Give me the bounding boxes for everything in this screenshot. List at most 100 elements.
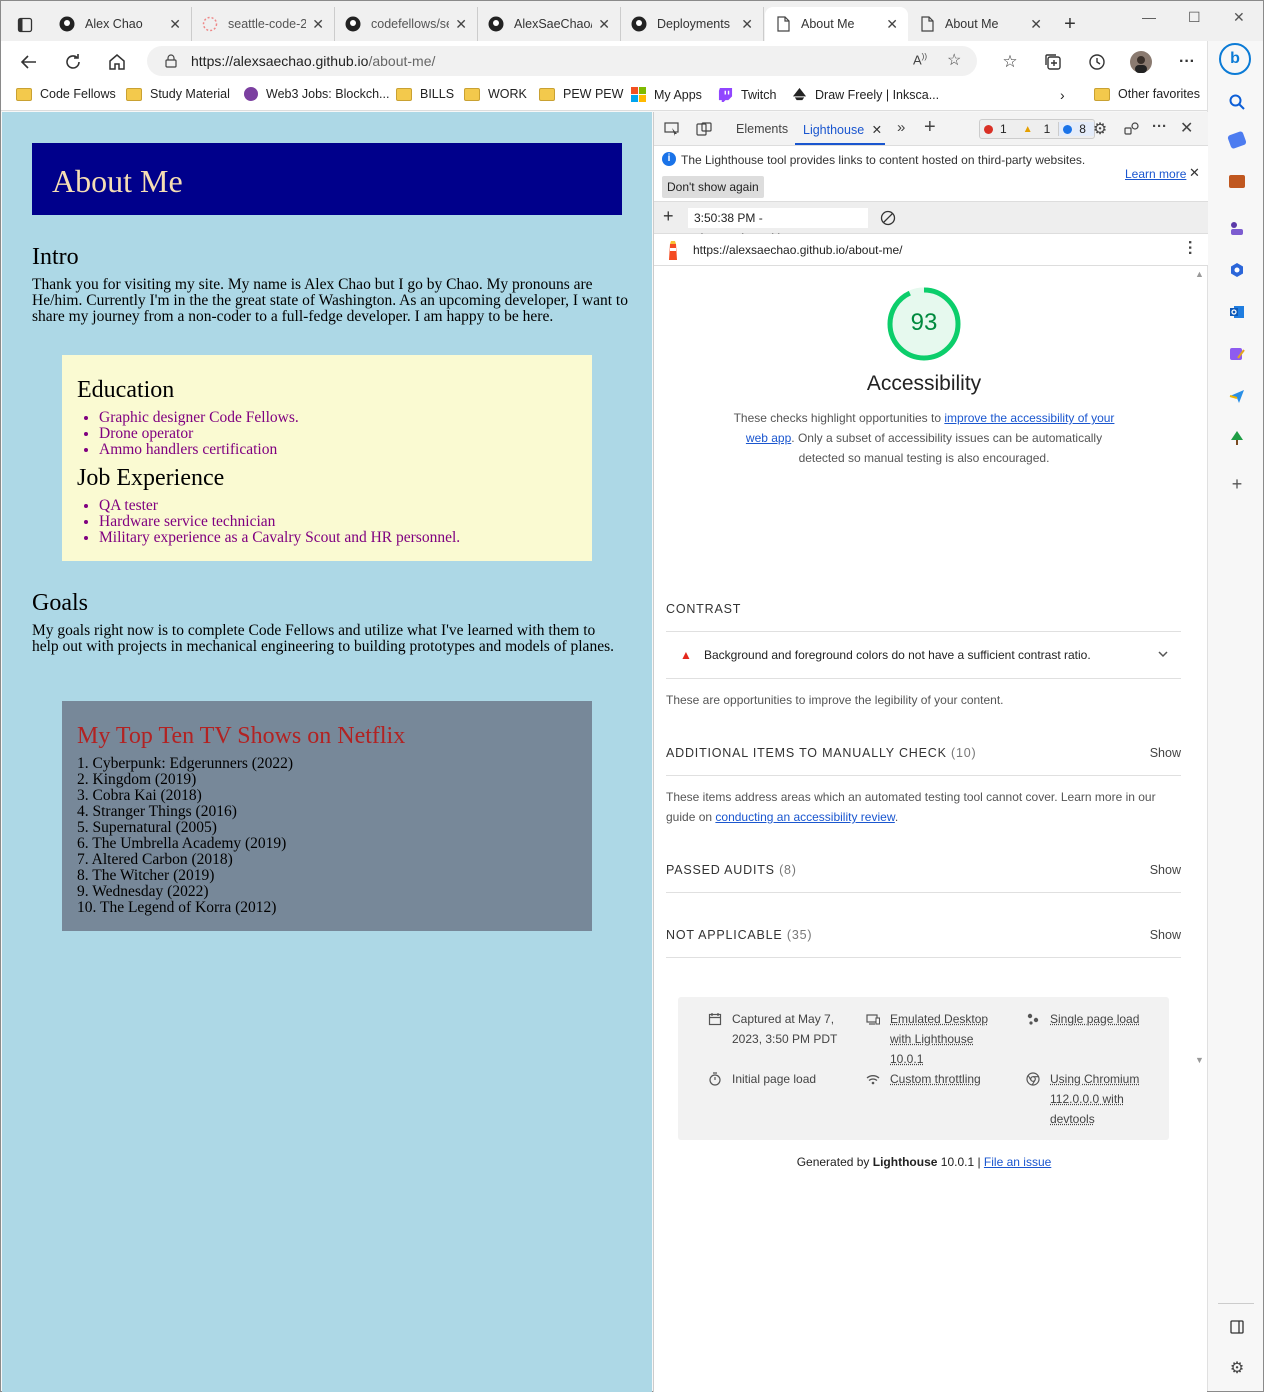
scroll-up-arrow-icon[interactable]: ▲ — [1195, 269, 1204, 279]
add-tab-button[interactable]: + — [924, 116, 936, 139]
new-tab-button[interactable]: + — [1058, 13, 1082, 36]
tab-elements[interactable]: Elements — [736, 122, 788, 136]
favorites-button[interactable]: ☆ — [997, 49, 1023, 75]
passed-show-button[interactable]: Show — [1150, 863, 1181, 877]
group-title-text: PASSED AUDITS — [666, 863, 775, 877]
devtools-settings-gear-icon[interactable]: ⚙ — [1090, 120, 1110, 138]
accessibility-review-link[interactable]: conducting an accessibility review — [715, 810, 894, 824]
report-url-row: https://alexsaechao.github.io/about-me/ … — [654, 234, 1208, 266]
bookmark-study-material[interactable]: Study Material — [126, 87, 230, 101]
send-icon[interactable] — [1226, 385, 1248, 407]
messages-number: 8 — [1079, 122, 1086, 136]
intro-paragraph: Thank you for visiting my site. My name … — [32, 276, 628, 325]
home-button[interactable] — [104, 49, 130, 75]
close-tab-icon[interactable]: ✕ — [886, 16, 898, 33]
microsoft-365-icon[interactable] — [1226, 259, 1248, 281]
bookmark-work[interactable]: WORK — [464, 87, 527, 101]
refresh-button[interactable] — [60, 49, 86, 75]
close-tab-icon[interactable]: ✕ — [1030, 16, 1042, 33]
sidebar-settings-gear-icon[interactable]: ⚙ — [1226, 1357, 1248, 1379]
bookmark-my-apps[interactable]: My Apps — [631, 87, 702, 102]
report-selector[interactable]: 3:50:38 PM - alexsaechao.githu▼ — [688, 208, 868, 245]
new-report-button[interactable]: + — [663, 206, 674, 227]
tab-title: codefellows/se — [371, 17, 450, 31]
back-button[interactable] — [16, 49, 42, 75]
microsoft-icon — [631, 87, 646, 102]
contrast-audit-row[interactable]: ▲ Background and foreground colors do no… — [666, 632, 1181, 678]
list-item: Drone operator — [99, 426, 299, 442]
tab-alex-chao[interactable]: Alex Chao ✕ — [49, 7, 192, 41]
designer-icon[interactable] — [1226, 343, 1248, 365]
add-sidebar-app-icon[interactable]: + — [1226, 473, 1248, 495]
tab-deployments[interactable]: Deployments ✕ — [621, 7, 764, 41]
profile-button[interactable] — [1128, 49, 1154, 75]
bookmark-label: BILLS — [420, 87, 455, 101]
close-tab-icon[interactable]: ✕ — [872, 123, 882, 137]
devtools-more-icon[interactable]: ··· — [1152, 118, 1167, 135]
bookmark-inkscape[interactable]: Draw Freely | Inksca... — [792, 87, 939, 102]
lighthouse-info-bar: i The Lighthouse tool provides links to … — [654, 146, 1208, 202]
bookmark-label: WORK — [488, 87, 527, 101]
close-window-button[interactable]: ✕ — [1233, 9, 1245, 26]
bookmark-twitch[interactable]: Twitch — [718, 87, 776, 102]
address-bar[interactable]: https://alexsaechao.github.io/about-me/ … — [147, 46, 977, 76]
tab-alexsaechao-repo[interactable]: AlexSaeChao/a ✕ — [478, 7, 621, 41]
inspect-element-icon[interactable] — [662, 120, 682, 138]
tab-codefellows[interactable]: codefellows/se ✕ — [335, 7, 478, 41]
hide-sidebar-icon[interactable] — [1226, 1316, 1248, 1338]
customize-devtools-icon[interactable] — [1122, 120, 1142, 138]
close-info-icon[interactable]: ✕ — [1189, 165, 1200, 181]
learn-more-link[interactable]: Learn more — [1125, 167, 1186, 181]
tab-lighthouse[interactable]: Lighthouse ✕ — [803, 122, 882, 137]
tab-seattle-code[interactable]: seattle-code-2 ✕ — [192, 7, 335, 41]
issues-badges[interactable]: 1 ▲ 1 8 — [979, 119, 1095, 139]
close-tab-icon[interactable]: ✕ — [169, 16, 181, 33]
dont-show-again-button[interactable]: Don't show again — [662, 176, 764, 198]
bookmark-web3-jobs[interactable]: Web3 Jobs: Blockch... — [244, 87, 389, 101]
bookmark-code-fellows[interactable]: Code Fellows — [16, 87, 116, 101]
tab-about-me-active[interactable]: About Me ✕ — [765, 7, 908, 41]
scroll-down-arrow-icon[interactable]: ▼ — [1195, 1055, 1204, 1065]
close-tab-icon[interactable]: ✕ — [598, 16, 610, 33]
minimize-button[interactable]: — — [1142, 9, 1156, 25]
close-tab-icon[interactable]: ✕ — [312, 16, 324, 33]
bookmark-bills[interactable]: BILLS — [396, 87, 454, 101]
read-aloud-icon[interactable]: A)) — [913, 52, 927, 67]
bookmark-other-favorites[interactable]: Other favorites — [1094, 87, 1200, 101]
add-favorite-icon[interactable]: ☆ — [947, 50, 961, 70]
bookmark-pew-pew[interactable]: PEW PEW — [539, 87, 623, 101]
bing-chat-icon[interactable]: b — [1219, 43, 1251, 75]
clear-reports-icon[interactable] — [880, 210, 896, 229]
tab-about-me[interactable]: About Me ✕ — [909, 7, 1052, 41]
games-icon[interactable] — [1226, 217, 1248, 239]
passed-audits-group-title[interactable]: PASSED AUDITS (8) — [666, 863, 797, 877]
more-icon: ··· — [1179, 53, 1195, 70]
manual-show-button[interactable]: Show — [1150, 746, 1181, 760]
manual-check-group-title[interactable]: ADDITIONAL ITEMS TO MANUALLY CHECK (10) — [666, 746, 976, 760]
more-bookmarks-chevron-icon[interactable]: › — [1060, 87, 1065, 103]
device-toolbar-icon[interactable] — [694, 120, 714, 138]
score-value: 93 — [910, 309, 938, 336]
history-button[interactable] — [1084, 49, 1110, 75]
shopping-tag-icon[interactable] — [1227, 130, 1247, 150]
divider — [666, 678, 1181, 679]
close-tab-icon[interactable]: ✕ — [741, 16, 753, 33]
tab-actions-button[interactable] — [9, 9, 41, 41]
tree-icon[interactable] — [1226, 427, 1248, 449]
maximize-button[interactable]: ☐ — [1188, 9, 1201, 26]
close-devtools-icon[interactable]: ✕ — [1180, 118, 1193, 138]
not-applicable-group-title[interactable]: NOT APPLICABLE (35) — [666, 928, 812, 942]
search-icon[interactable] — [1226, 91, 1248, 113]
collections-button[interactable] — [1040, 49, 1066, 75]
file-an-issue-link[interactable]: File an issue — [984, 1155, 1051, 1169]
settings-more-button[interactable]: ··· — [1174, 49, 1200, 75]
tools-icon[interactable] — [1229, 175, 1245, 188]
meta-chromium: Using Chromium 112.0.0.0 with devtools — [1026, 1069, 1156, 1129]
github-icon — [631, 16, 647, 32]
close-tab-icon[interactable]: ✕ — [455, 16, 467, 33]
report-menu-icon[interactable]: ··· — [1180, 240, 1198, 256]
not-applicable-show-button[interactable]: Show — [1150, 928, 1181, 942]
more-tabs-chevron-icon[interactable]: » — [897, 119, 905, 136]
outlook-icon[interactable] — [1226, 301, 1248, 323]
note-text-end: . — [894, 810, 899, 824]
